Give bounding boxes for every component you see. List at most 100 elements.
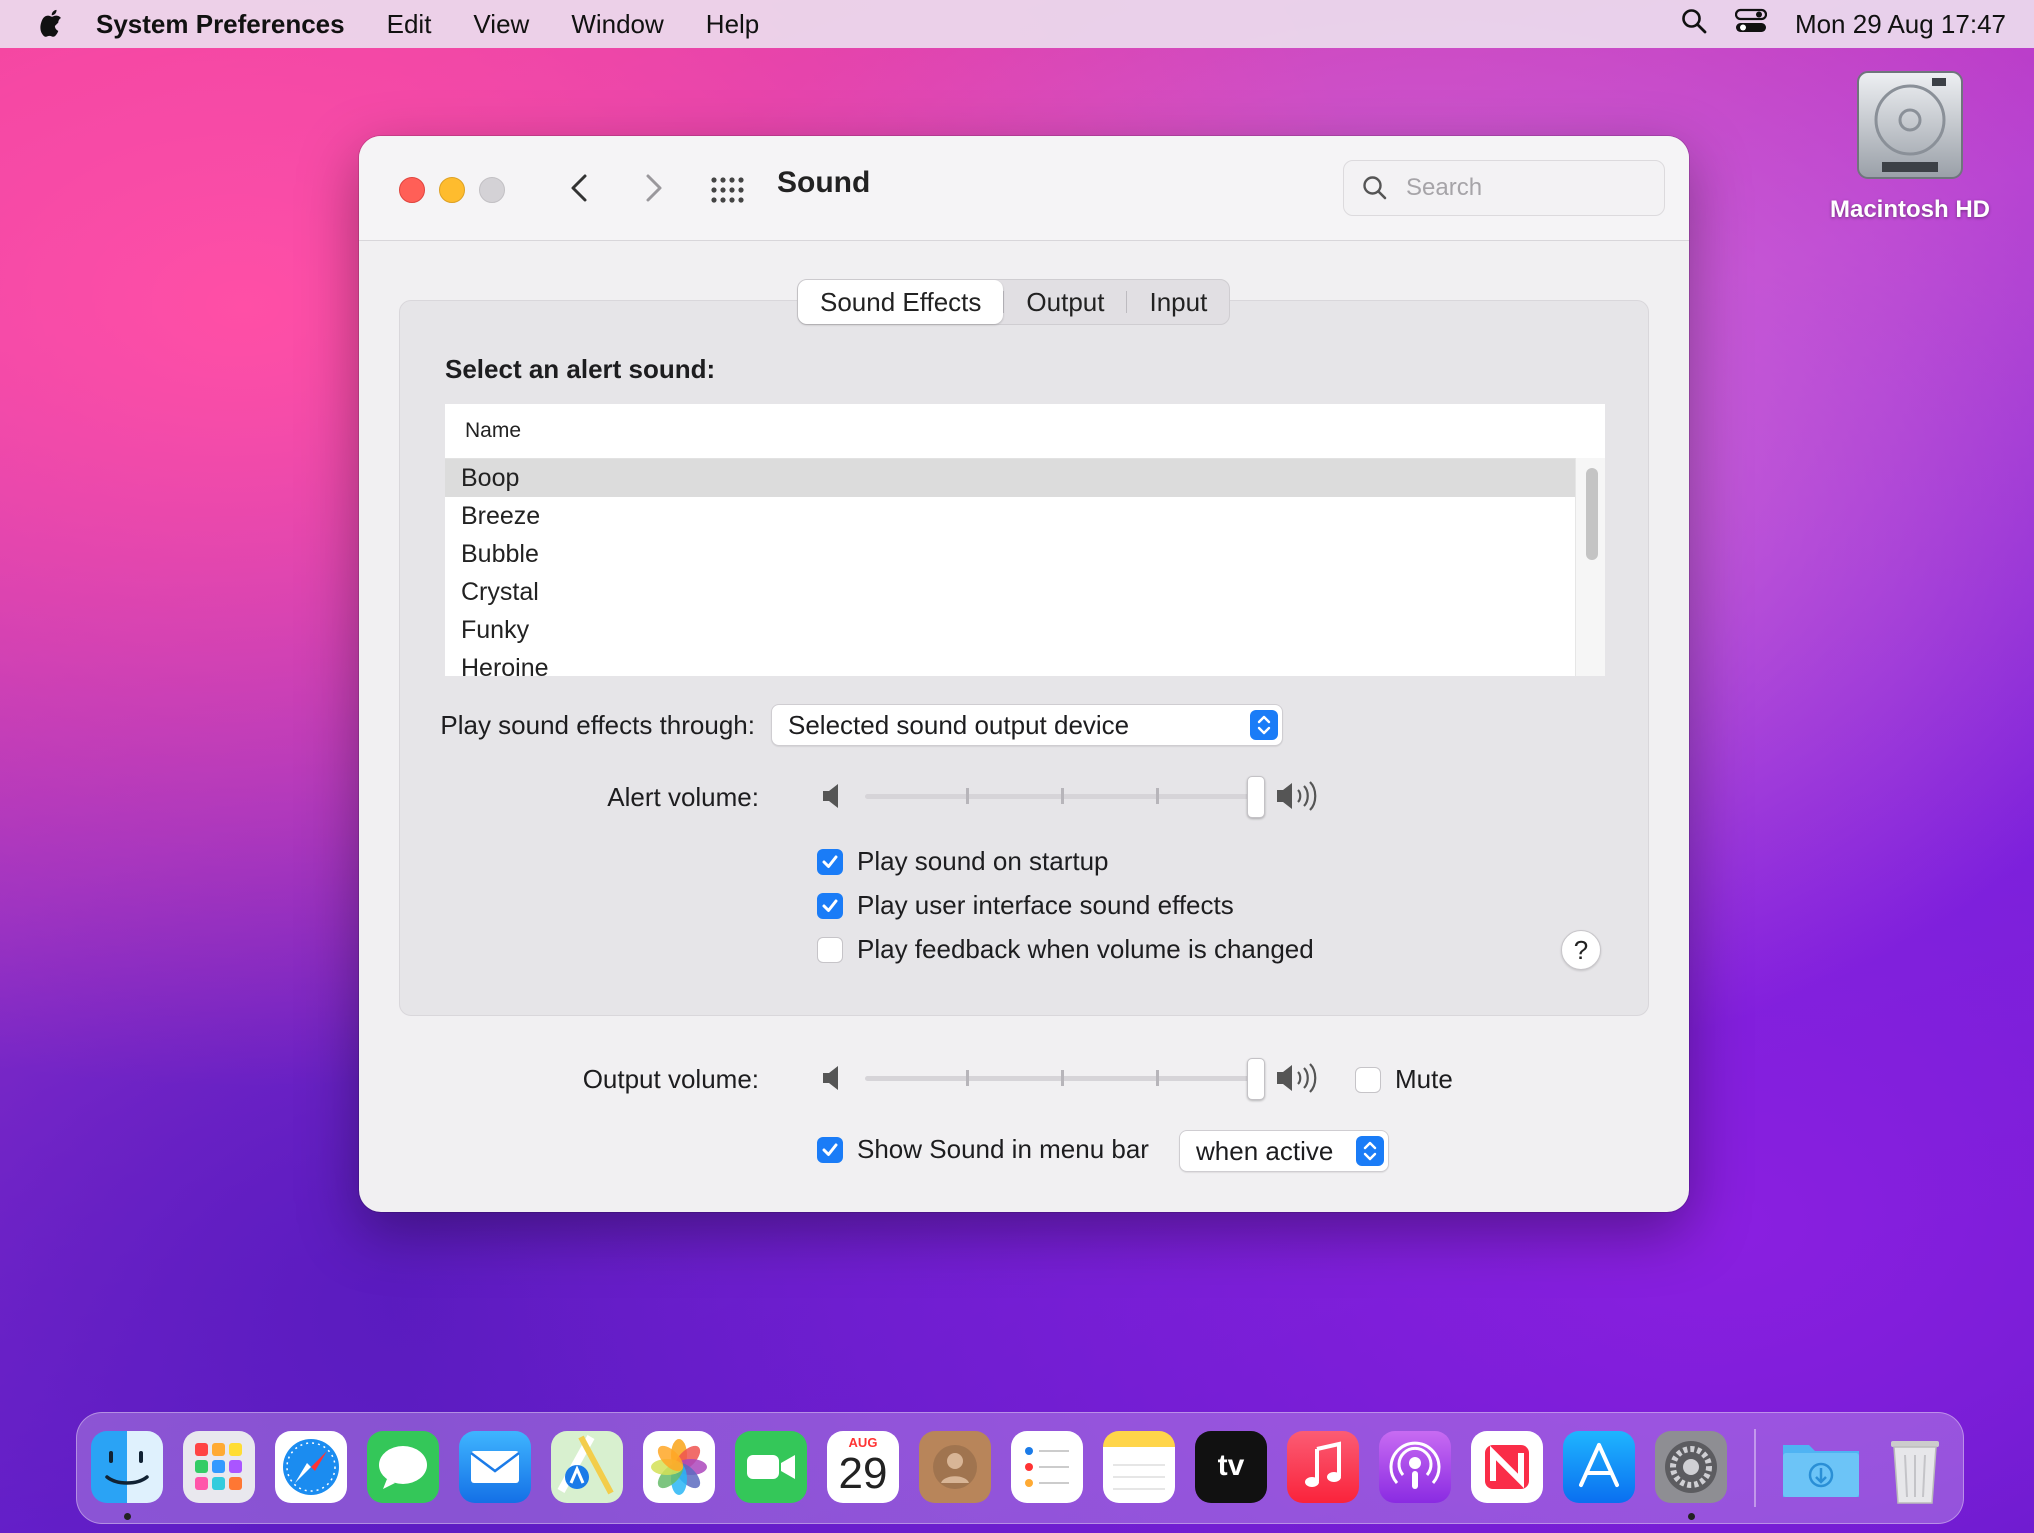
calendar-day: 29 bbox=[838, 1449, 888, 1498]
output-volume-slider[interactable] bbox=[821, 1058, 1331, 1100]
mute-label: Mute bbox=[1395, 1064, 1453, 1094]
news-icon[interactable] bbox=[1471, 1431, 1543, 1503]
speaker-high-icon bbox=[1275, 1062, 1323, 1094]
menubar-visibility-value: when active bbox=[1196, 1136, 1334, 1166]
show-in-menubar-checkbox[interactable]: Show Sound in menu bar bbox=[817, 1134, 1149, 1165]
checkbox-checked-icon[interactable] bbox=[817, 892, 843, 919]
search-icon bbox=[1362, 175, 1388, 201]
checkbox-label: Play user interface sound effects bbox=[857, 890, 1234, 920]
slider-tick bbox=[1061, 1070, 1064, 1086]
show-all-grid-icon[interactable] bbox=[709, 172, 745, 208]
menu-help[interactable]: Help bbox=[706, 9, 759, 40]
running-indicator bbox=[124, 1513, 131, 1520]
apple-menu-icon[interactable] bbox=[40, 9, 66, 39]
tab-bar: Sound Effects Output Input bbox=[797, 279, 1231, 325]
list-item[interactable]: Crystal bbox=[445, 573, 1576, 611]
select-alert-label: Select an alert sound: bbox=[445, 354, 716, 384]
facetime-icon[interactable] bbox=[735, 1431, 807, 1503]
desktop-icon-label: Macintosh HD bbox=[1829, 196, 1990, 223]
scrollbar-thumb[interactable] bbox=[1586, 468, 1598, 560]
photos-icon[interactable] bbox=[643, 1431, 715, 1503]
play-through-value: Selected sound output device bbox=[788, 710, 1130, 740]
hard-disk-icon bbox=[1852, 68, 1968, 186]
slider-tick bbox=[1156, 788, 1159, 804]
launchpad-icon[interactable] bbox=[183, 1431, 255, 1503]
slider-tick bbox=[966, 1070, 969, 1086]
menubar-visibility-popup[interactable]: when active bbox=[1179, 1130, 1389, 1172]
checkbox-label: Play sound on startup bbox=[857, 846, 1109, 876]
music-icon[interactable] bbox=[1287, 1431, 1359, 1503]
reminders-icon[interactable] bbox=[1011, 1431, 1083, 1503]
alert-sound-list[interactable]: Name Boop Breeze Bubble Crystal Funky He… bbox=[445, 404, 1605, 676]
system-preferences-icon[interactable] bbox=[1655, 1431, 1727, 1503]
tab-sound-effects[interactable]: Sound Effects bbox=[798, 280, 1004, 324]
desktop-macintosh-hd[interactable]: Macintosh HD bbox=[1820, 68, 2000, 224]
checkbox-unchecked-icon[interactable] bbox=[817, 936, 843, 963]
tv-label: tv bbox=[1217, 1449, 1245, 1482]
list-item[interactable]: Funky bbox=[445, 611, 1576, 649]
tab-input[interactable]: Input bbox=[1127, 280, 1229, 324]
calendar-month: AUG bbox=[848, 1435, 878, 1450]
menu-edit[interactable]: Edit bbox=[387, 9, 432, 40]
help-button[interactable]: ? bbox=[1561, 930, 1601, 970]
spotlight-search-icon[interactable] bbox=[1681, 8, 1707, 41]
messages-icon[interactable] bbox=[367, 1431, 439, 1503]
search-field[interactable] bbox=[1343, 160, 1665, 216]
menu-view[interactable]: View bbox=[473, 9, 529, 40]
volume-feedback-checkbox[interactable]: Play feedback when volume is changed bbox=[817, 934, 1314, 965]
ui-sound-effects-checkbox[interactable]: Play user interface sound effects bbox=[817, 890, 1234, 921]
alert-volume-label: Alert volume: bbox=[607, 782, 759, 812]
calendar-icon[interactable]: AUG 29 bbox=[827, 1431, 899, 1503]
checkbox-checked-icon[interactable] bbox=[817, 1136, 843, 1163]
slider-track bbox=[865, 1076, 1255, 1081]
search-input[interactable] bbox=[1404, 169, 1648, 207]
slider-tick bbox=[1061, 788, 1064, 804]
list-item[interactable]: Bubble bbox=[445, 535, 1576, 573]
popup-arrows-icon bbox=[1250, 710, 1278, 740]
checkbox-label: Show Sound in menu bar bbox=[857, 1134, 1149, 1164]
close-button[interactable] bbox=[399, 177, 425, 203]
popup-arrows-icon bbox=[1356, 1136, 1384, 1166]
podcasts-icon[interactable] bbox=[1379, 1431, 1451, 1503]
contacts-icon[interactable] bbox=[919, 1431, 991, 1503]
menubar-clock[interactable]: Mon 29 Aug 17:47 bbox=[1795, 9, 2006, 40]
checkbox-unchecked-icon[interactable] bbox=[1355, 1066, 1381, 1093]
safari-icon[interactable] bbox=[275, 1431, 347, 1503]
checkbox-label: Play feedback when volume is changed bbox=[857, 934, 1314, 964]
maps-icon[interactable] bbox=[551, 1431, 623, 1503]
startup-sound-checkbox[interactable]: Play sound on startup bbox=[817, 846, 1109, 877]
apple-tv-icon[interactable]: tv bbox=[1195, 1431, 1267, 1503]
menu-app-name[interactable]: System Preferences bbox=[96, 9, 345, 40]
list-scrollbar[interactable] bbox=[1575, 458, 1605, 676]
minimize-button[interactable] bbox=[439, 177, 465, 203]
checkbox-checked-icon[interactable] bbox=[817, 848, 843, 875]
mail-icon[interactable] bbox=[459, 1431, 531, 1503]
zoom-button[interactable] bbox=[479, 177, 505, 203]
back-chevron-icon[interactable] bbox=[559, 168, 599, 208]
mute-checkbox[interactable]: Mute bbox=[1355, 1064, 1453, 1095]
menu-window[interactable]: Window bbox=[571, 9, 663, 40]
slider-knob[interactable] bbox=[1247, 1058, 1265, 1100]
play-through-popup[interactable]: Selected sound output device bbox=[771, 704, 1283, 746]
list-item[interactable]: Boop bbox=[445, 459, 1576, 497]
slider-knob[interactable] bbox=[1247, 776, 1265, 818]
list-item[interactable]: Breeze bbox=[445, 497, 1576, 535]
play-through-label: Play sound effects through: bbox=[440, 710, 755, 740]
window-title: Sound bbox=[777, 166, 871, 199]
control-center-icon[interactable] bbox=[1734, 8, 1768, 41]
trash-icon[interactable] bbox=[1883, 1431, 1947, 1504]
downloads-folder-icon[interactable] bbox=[1779, 1431, 1863, 1503]
list-item[interactable]: Heroine bbox=[445, 649, 1576, 676]
finder-icon[interactable] bbox=[91, 1431, 163, 1503]
tab-output[interactable]: Output bbox=[1004, 280, 1126, 324]
speaker-high-icon bbox=[1275, 780, 1323, 812]
forward-chevron-icon[interactable] bbox=[634, 168, 674, 208]
slider-track bbox=[865, 794, 1255, 799]
alert-volume-slider[interactable] bbox=[821, 776, 1331, 818]
running-indicator bbox=[1688, 1513, 1695, 1520]
window-titlebar: Sound bbox=[359, 136, 1689, 241]
app-store-icon[interactable] bbox=[1563, 1431, 1635, 1503]
list-column-header[interactable]: Name bbox=[445, 404, 1605, 459]
notes-icon[interactable] bbox=[1103, 1431, 1175, 1503]
sound-preferences-window: Sound Sound Effects Output Input Select … bbox=[359, 136, 1689, 1212]
